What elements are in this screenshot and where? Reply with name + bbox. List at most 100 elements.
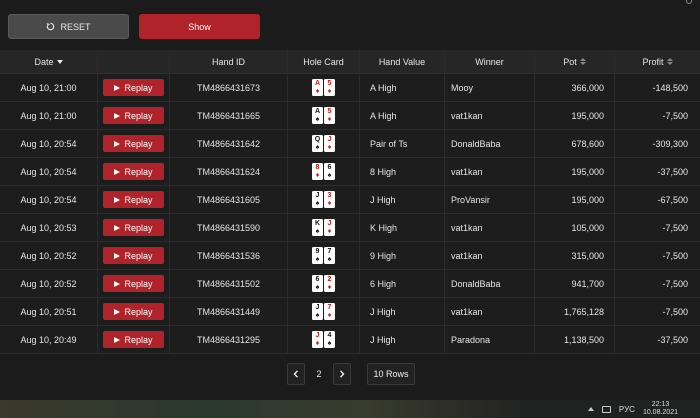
next-page-button[interactable] [333,363,351,385]
pot-value: 315,000 [571,250,604,261]
table-row: Aug 10, 20:51 Replay TM4866431449 J ♠ 7 … [0,298,700,326]
replay-button[interactable]: Replay [103,219,164,236]
replay-label: Replay [124,166,153,177]
display-icon[interactable] [601,405,611,413]
pot-value: 941,700 [571,278,604,289]
hand-history-app: RESET Show Date Hand ID Hole Card Hand V… [0,0,700,418]
hand-value-cell: J High [360,186,445,213]
reset-button[interactable]: RESET [8,14,129,39]
card-suit: ♦ [315,172,320,179]
playing-card: 6 ♠ [312,275,323,292]
card-suit: ♦ [315,340,320,347]
hand-value: K High [370,222,398,233]
replay-button[interactable]: Replay [103,191,164,208]
date-value: Aug 10, 21:00 [20,110,77,121]
card-rank: 4 [327,332,332,339]
winner-value: vat1kan [451,250,483,261]
replay-button[interactable]: Replay [103,331,164,348]
prev-page-button[interactable] [287,363,305,385]
replay-button[interactable]: Replay [103,79,164,96]
table-row: Aug 10, 20:53 Replay TM4866431590 K ♠ J … [0,214,700,242]
date-value: Aug 10, 21:00 [20,82,77,93]
column-date-header[interactable]: Date [0,50,98,73]
hand-value: 8 High [370,166,397,177]
pot-cell: 195,000 [535,186,615,213]
hand-id-value: TM4866431590 [196,222,261,233]
replay-button[interactable]: Replay [103,107,164,124]
play-icon [114,140,121,147]
winner-value: ProVansir [451,194,490,205]
hole-cards: Q ♠ J ♦ [312,135,335,152]
table-body: Aug 10, 21:00 Replay TM4866431673 A ♦ 5 … [0,74,700,354]
language-indicator[interactable]: РУС [619,405,635,414]
card-rank: J [315,332,320,339]
table-row: Aug 10, 20:54 Replay TM4866431605 J ♠ 3 … [0,186,700,214]
hand-id-header-label: Hand ID [211,56,246,67]
date-cell: Aug 10, 21:00 [0,74,98,101]
play-icon [114,224,121,231]
profit-cell: -148,500 [615,74,700,101]
system-tray: РУС 22:13 10.08.2021 [520,400,700,418]
replay-button[interactable]: Replay [103,247,164,264]
profit-value: -7,500 [662,278,688,289]
clock[interactable]: 22:13 10.08.2021 [643,401,678,417]
winner-value: Mooy [451,82,474,93]
sort-desc-icon [56,59,63,64]
hole-card-header-label: Hole Card [303,56,344,67]
profit-cell: -67,500 [615,186,700,213]
playing-card: 9 ♠ [312,247,323,264]
profit-cell: -7,500 [615,242,700,269]
card-rank: J [327,136,332,143]
hole-card-cell: A ♠ 5 ♦ [288,102,360,129]
table-row: Aug 10, 21:00 Replay TM4866431665 A ♠ 5 … [0,102,700,130]
replay-button[interactable]: Replay [103,303,164,320]
hand-id-cell: TM4866431665 [170,102,288,129]
profit-value: -7,500 [662,222,688,233]
date-value: Aug 10, 20:54 [20,166,77,177]
date-value: Aug 10, 20:51 [20,306,77,317]
hand-id-cell: TM4866431295 [170,326,288,353]
play-icon [114,196,121,203]
profit-value: -7,500 [662,306,688,317]
pot-value: 1,138,500 [563,334,604,345]
hand-id-value: TM4866431502 [196,278,261,289]
column-profit-header[interactable]: Profit [615,50,700,73]
hand-id-value: TM4866431449 [196,306,261,317]
replay-button[interactable]: Replay [103,275,164,292]
playing-card: J ♠ [312,303,323,320]
hand-value-cell: A High [360,74,445,101]
winner-cell: vat1kan [445,158,535,185]
hole-cards: J ♠ 7 ♦ [312,303,335,320]
card-suit: ♦ [327,144,332,151]
show-hidden-icons-icon[interactable] [587,407,594,411]
pagination: 2 10 Rows [287,363,415,385]
toolbar: RESET Show [0,0,700,50]
card-rank: 5 [327,108,332,115]
replay-button[interactable]: Replay [103,135,164,152]
replay-cell: Replay [98,186,170,213]
playing-card: Q ♠ [312,135,323,152]
column-hand-id-header: Hand ID [170,50,288,73]
playing-card: 2 ♦ [324,275,335,292]
column-pot-header[interactable]: Pot [535,50,615,73]
show-button[interactable]: Show [139,14,260,39]
hole-cards: J ♦ 4 ♠ [312,331,335,348]
pot-value: 195,000 [571,194,604,205]
table-row: Aug 10, 20:54 Replay TM4866431624 8 ♦ 6 … [0,158,700,186]
hole-card-cell: A ♦ 5 ♦ [288,74,360,101]
column-hole-card-header: Hole Card [288,50,360,73]
pot-value: 195,000 [571,166,604,177]
hole-cards: 8 ♦ 6 ♠ [312,163,335,180]
hand-id-cell: TM4866431605 [170,186,288,213]
winner-value: vat1kan [451,110,483,121]
playing-card: J ♦ [324,219,335,236]
column-replay-header [98,50,170,73]
card-suit: ♦ [315,88,320,95]
rows-per-page-select[interactable]: 10 Rows [367,363,415,385]
clock-time: 22:13 [651,401,670,408]
winner-value: DonaldBaba [451,278,501,289]
hand-id-cell: TM4866431449 [170,298,288,325]
replay-label: Replay [124,222,153,233]
pot-cell: 941,700 [535,270,615,297]
replay-button[interactable]: Replay [103,163,164,180]
